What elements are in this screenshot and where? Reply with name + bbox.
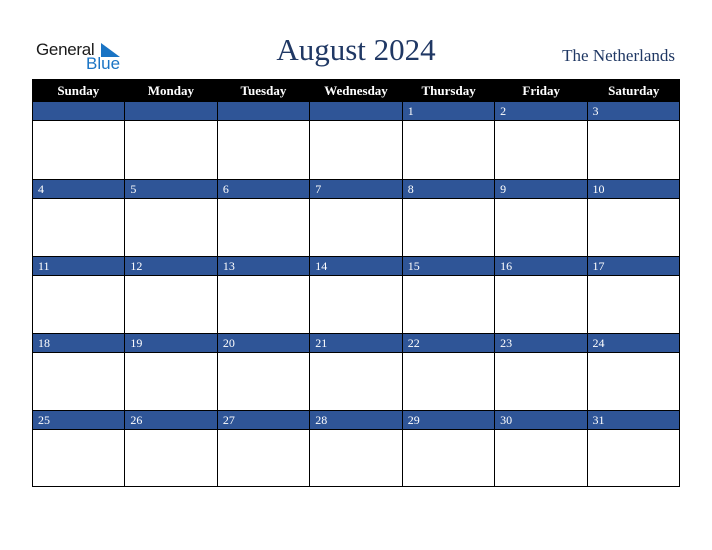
day-number: 29 <box>402 410 495 430</box>
week-row: 25 26 27 28 29 30 31 <box>32 410 680 487</box>
day-number: 22 <box>402 333 495 353</box>
day-number: 20 <box>217 333 310 353</box>
day-number: 4 <box>33 179 125 199</box>
day-number: 25 <box>33 410 125 430</box>
day-cell: 23 <box>494 333 587 410</box>
day-cell: 29 <box>401 410 495 487</box>
day-number <box>310 102 402 121</box>
weekday-header: Sunday Monday Tuesday Wednesday Thursday… <box>32 79 680 102</box>
day-cell: 9 <box>494 179 587 256</box>
day-cell: 12 <box>124 256 217 333</box>
day-number: 31 <box>587 410 679 430</box>
day-number <box>33 102 125 121</box>
day-number: 30 <box>495 410 587 430</box>
day-number: 17 <box>587 256 679 276</box>
weekday-monday: Monday <box>147 83 194 98</box>
day-cell: 16 <box>494 256 587 333</box>
day-number: 13 <box>217 256 310 276</box>
week-row: 11 12 13 14 15 16 17 <box>32 256 680 333</box>
day-cell: 20 <box>216 333 310 410</box>
day-cell: 19 <box>124 333 217 410</box>
week-row: 4 5 6 7 8 9 10 <box>32 179 680 256</box>
weekday-thursday: Thursday <box>421 83 476 98</box>
weekday-saturday: Saturday <box>608 83 660 98</box>
day-number: 28 <box>310 410 402 430</box>
day-cell: 18 <box>32 333 125 410</box>
day-number <box>125 102 217 121</box>
day-cell: 3 <box>586 102 680 179</box>
day-number: 11 <box>33 256 125 276</box>
week-row: 123 <box>32 102 680 179</box>
day-number: 10 <box>587 179 679 199</box>
day-number: 2 <box>495 102 587 121</box>
day-number: 16 <box>495 256 587 276</box>
day-cell: 15 <box>401 256 495 333</box>
day-cell: 31 <box>586 410 680 487</box>
day-number: 5 <box>125 179 217 199</box>
day-cell: 27 <box>216 410 310 487</box>
day-cell: 21 <box>309 333 402 410</box>
day-number: 9 <box>495 179 587 199</box>
day-number: 18 <box>33 333 125 353</box>
day-cell: 28 <box>309 410 402 487</box>
day-cell: 10 <box>586 179 680 256</box>
day-cell: 2 <box>494 102 587 179</box>
day-number: 8 <box>402 179 495 199</box>
day-number: 19 <box>125 333 217 353</box>
day-cell <box>216 102 310 179</box>
day-number: 14 <box>310 256 402 276</box>
day-cell: 25 <box>32 410 125 487</box>
weekday-wednesday: Wednesday <box>324 83 388 98</box>
weekday-friday: Friday <box>522 83 560 98</box>
week-row: 18 19 20 21 22 23 24 <box>32 333 680 410</box>
day-number: 24 <box>587 333 679 353</box>
day-number: 1 <box>402 102 495 121</box>
day-cell <box>32 102 125 179</box>
weekday-tuesday: Tuesday <box>240 83 287 98</box>
weeks-container: 1 2 3 4 5 6 7 8 9 10 11 12 13 14 15 16 17 18 19 20 21 22 23 24 2… <box>32 102 680 487</box>
day-number: 15 <box>402 256 495 276</box>
day-number: 7 <box>310 179 402 199</box>
day-cell: 6 <box>216 179 310 256</box>
calendar-grid: Sunday Monday Tuesday Wednesday Thursday… <box>32 79 680 487</box>
day-cell: 24 <box>586 333 680 410</box>
day-cell: 7 <box>309 179 402 256</box>
day-number: 6 <box>217 179 310 199</box>
day-cell: 17 <box>586 256 680 333</box>
day-cell: 8 <box>401 179 495 256</box>
day-cell: 1 <box>401 102 495 179</box>
day-cell: 13 <box>216 256 310 333</box>
day-cell: 11 <box>32 256 125 333</box>
day-number: 3 <box>587 102 679 121</box>
day-cell: 4 <box>32 179 125 256</box>
day-cell: 14 <box>309 256 402 333</box>
day-number: 26 <box>125 410 217 430</box>
day-cell: 26 <box>124 410 217 487</box>
day-number <box>217 102 310 121</box>
country-label: The Netherlands <box>562 46 675 65</box>
weekday-sunday: Sunday <box>57 83 100 98</box>
day-cell: 30 <box>494 410 587 487</box>
day-number: 23 <box>495 333 587 353</box>
day-cell: 22 <box>401 333 495 410</box>
day-number: 12 <box>125 256 217 276</box>
day-cell <box>309 102 402 179</box>
day-number: 27 <box>217 410 310 430</box>
day-cell <box>124 102 217 179</box>
day-number: 21 <box>310 333 402 353</box>
day-cell: 5 <box>124 179 217 256</box>
